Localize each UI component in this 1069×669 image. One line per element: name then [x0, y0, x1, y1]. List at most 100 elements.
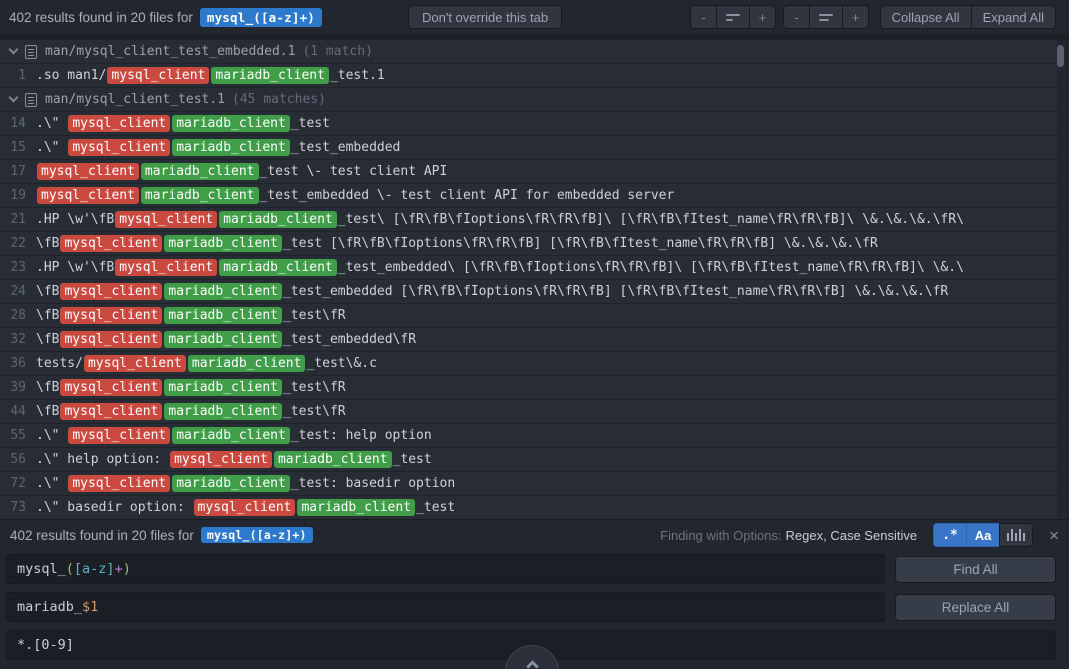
match-line-row[interactable]: 21.HP \w'\fBmysql_clientmariadb_client_t… [0, 208, 1057, 232]
added-match-badge: mariadb_client [164, 403, 282, 420]
context-before-increase-button[interactable]: + [749, 5, 776, 29]
replace-all-button[interactable]: Replace All [895, 594, 1056, 621]
file-icon [25, 93, 37, 107]
collapse-expand-controls: Collapse All Expand All [880, 5, 1056, 29]
removed-match-badge: mysql_client [115, 259, 217, 276]
file-result-header[interactable]: man/mysql_client_test.1(45 matches) [0, 88, 1057, 112]
line-number: 17 [0, 160, 36, 183]
match-line-row[interactable]: 56.\" help option: mysql_clientmariadb_c… [0, 448, 1057, 472]
added-match-badge: mariadb_client [164, 379, 282, 396]
added-match-badge: mariadb_client [172, 139, 290, 156]
dont-override-tab-button[interactable]: Don't override this tab [408, 5, 562, 29]
code-text: \fB [36, 380, 59, 395]
added-match-badge: mariadb_client [164, 283, 282, 300]
context-after-decrease-button[interactable]: - [783, 5, 810, 29]
context-after-increase-button[interactable]: + [842, 5, 869, 29]
removed-match-badge: mysql_client [68, 427, 170, 444]
line-text: .\" mysql_clientmariadb_client_test: hel… [36, 424, 432, 447]
match-line-row[interactable]: 23.HP \w'\fBmysql_clientmariadb_client_t… [0, 256, 1057, 280]
removed-match-badge: mysql_client [84, 355, 186, 372]
line-text: .\" mysql_clientmariadb_client_test: bas… [36, 472, 455, 495]
added-match-badge: mariadb_client [188, 355, 306, 372]
regex-toggle-button[interactable]: .* [933, 523, 967, 547]
context-after-icon-button[interactable] [809, 5, 843, 29]
match-line-row[interactable]: 73.\" basedir option: mysql_clientmariad… [0, 496, 1057, 519]
code-text: _test\ [\fR\fB\fIoptions\fR\fR\fB]\ [\fR… [338, 212, 964, 227]
match-line-row[interactable]: 22\fBmysql_clientmariadb_client_test [\f… [0, 232, 1057, 256]
removed-match-badge: mysql_client [60, 331, 162, 348]
expand-all-button[interactable]: Expand All [971, 5, 1056, 29]
line-text: \fBmysql_clientmariadb_client_test\fR [36, 376, 346, 399]
find-input[interactable]: mysql_([a-z]+) [6, 554, 885, 584]
added-match-badge: mariadb_client [164, 235, 282, 252]
removed-match-badge: mysql_client [107, 67, 209, 84]
code-text: .\" [36, 140, 67, 155]
code-text: _test: help option [291, 428, 432, 443]
code-text: _test_embedded\fR [283, 332, 416, 347]
find-status-row: 402 results found in 20 files for mysql_… [0, 520, 1069, 550]
search-pattern-badge: mysql_([a-z]+) [200, 8, 322, 27]
code-text: _test\fR [283, 404, 346, 419]
line-number: 72 [0, 472, 36, 495]
removed-match-badge: mysql_client [60, 283, 162, 300]
code-text: _test\&.c [306, 356, 376, 371]
results-toolbar: 402 results found in 20 files for mysql_… [0, 0, 1069, 34]
match-line-row[interactable]: 55.\" mysql_clientmariadb_client_test: h… [0, 424, 1057, 448]
collapse-all-button[interactable]: Collapse All [880, 5, 972, 29]
line-text: .\" basedir option: mysql_clientmariadb_… [36, 496, 455, 519]
results-list[interactable]: man/mysql_client_test_embedded.1(1 match… [0, 40, 1069, 519]
code-text: _test [416, 500, 455, 515]
code-text: .\" basedir option: [36, 500, 193, 515]
input-token: [a-z] [74, 561, 115, 577]
match-line-row[interactable]: 14.\" mysql_clientmariadb_client_test [0, 112, 1057, 136]
line-number: 1 [0, 64, 36, 87]
match-line-row[interactable]: 24\fBmysql_clientmariadb_client_test_emb… [0, 280, 1057, 304]
code-text: \fB [36, 236, 59, 251]
input-token: mysql_ [17, 561, 66, 577]
match-line-row[interactable]: 32\fBmysql_clientmariadb_client_test_emb… [0, 328, 1057, 352]
file-result-header[interactable]: man/mysql_client_test_embedded.1(1 match… [0, 40, 1057, 64]
find-all-button[interactable]: Find All [895, 556, 1056, 583]
match-line-row[interactable]: 15.\" mysql_clientmariadb_client_test_em… [0, 136, 1057, 160]
removed-match-badge: mysql_client [60, 403, 162, 420]
line-text: tests/mysql_clientmariadb_client_test\&.… [36, 352, 377, 375]
context-before-icon-button[interactable] [716, 5, 750, 29]
chevron-down-icon [9, 93, 19, 103]
search-option-toggles: .* Aa [933, 523, 1033, 547]
case-sensitive-toggle-button[interactable]: Aa [966, 523, 1000, 547]
context-before-decrease-button[interactable]: - [690, 5, 717, 29]
code-text: \fB [36, 308, 59, 323]
added-match-badge: mariadb_client [219, 259, 337, 276]
match-line-row[interactable]: 39\fBmysql_clientmariadb_client_test\fR [0, 376, 1057, 400]
scrollbar-thumb[interactable] [1057, 45, 1064, 67]
added-match-badge: mariadb_client [164, 307, 282, 324]
match-line-row[interactable]: 1.so man1/mysql_clientmariadb_client_tes… [0, 64, 1057, 88]
code-text: tests/ [36, 356, 83, 371]
match-line-row[interactable]: 19mysql_clientmariadb_client_test_embedd… [0, 184, 1057, 208]
code-text: _test\fR [283, 380, 346, 395]
code-text: _test [291, 116, 330, 131]
line-text: \fBmysql_clientmariadb_client_test\fR [36, 304, 346, 327]
code-text: .\" [36, 116, 67, 131]
context-before-controls: - + [690, 5, 776, 29]
input-token: $1 [82, 599, 98, 615]
match-line-row[interactable]: 17mysql_clientmariadb_client_test \- tes… [0, 160, 1057, 184]
input-token: + [115, 561, 123, 577]
match-line-row[interactable]: 36tests/mysql_clientmariadb_client_test\… [0, 352, 1057, 376]
close-panel-icon[interactable]: × [1049, 527, 1059, 544]
line-text: .\" mysql_clientmariadb_client_test_embe… [36, 136, 400, 159]
line-text: .\" mysql_clientmariadb_client_test [36, 112, 330, 135]
chevron-up-icon [526, 660, 539, 669]
in-selection-icon [1007, 529, 1025, 541]
match-line-row[interactable]: 44\fBmysql_clientmariadb_client_test\fR [0, 400, 1057, 424]
in-selection-toggle-button[interactable] [999, 523, 1033, 547]
added-match-badge: mariadb_client [164, 331, 282, 348]
line-text: \fBmysql_clientmariadb_client_test\fR [36, 400, 346, 423]
match-line-row[interactable]: 28\fBmysql_clientmariadb_client_test\fR [0, 304, 1057, 328]
line-text: \fBmysql_clientmariadb_client_test [\fR\… [36, 232, 878, 255]
added-match-badge: mariadb_client [211, 67, 329, 84]
match-line-row[interactable]: 72.\" mysql_clientmariadb_client_test: b… [0, 472, 1057, 496]
code-text: _test [393, 452, 432, 467]
replace-input[interactable]: mariadb_$1 [6, 592, 885, 622]
line-number: 73 [0, 496, 36, 519]
